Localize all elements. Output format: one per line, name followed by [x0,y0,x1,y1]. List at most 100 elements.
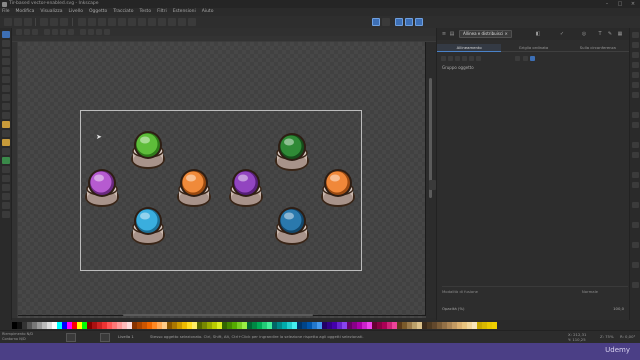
magenta-arcade-button[interactable] [85,169,119,207]
palette-swatch[interactable] [287,321,292,329]
snap-toggle-icon[interactable] [372,18,380,26]
import-icon[interactable] [50,18,58,26]
palette-swatch[interactable] [197,321,202,329]
palette-swatch[interactable] [117,321,122,329]
palette-swatch[interactable] [107,321,112,329]
minimize-icon[interactable]: – [604,1,610,7]
palette-swatch[interactable] [27,321,32,329]
palette-swatch[interactable] [477,321,482,329]
opacity-chip[interactable] [66,333,76,342]
palette-swatch[interactable] [37,321,42,329]
tweak-tool-icon[interactable] [2,49,10,56]
subtab-allineamento[interactable]: Allineamento [437,44,502,52]
rectangle-tool-icon[interactable] [2,76,10,83]
xml-editor-icon[interactable] [632,42,639,48]
palette-swatch[interactable] [292,321,297,329]
zoom-drawing-icon[interactable] [128,18,136,26]
palette-swatch[interactable] [447,321,452,329]
transform-icon[interactable] [632,92,639,98]
layer-visibility-icon[interactable] [100,333,110,342]
align-left-icon[interactable] [441,56,446,61]
palette-swatch[interactable] [47,321,52,329]
menu-estensioni[interactable]: Estensioni [173,8,196,16]
flip-vertical-icon[interactable] [68,29,74,35]
zoom-selection-icon[interactable] [118,18,126,26]
rotate-cw-icon[interactable] [52,29,58,35]
document-properties-icon[interactable] [632,152,639,158]
lower-to-bottom-icon[interactable] [104,29,110,35]
duplicate-icon[interactable] [148,18,156,26]
menu-aiuto[interactable]: Aiuto [202,8,214,16]
palette-swatch[interactable] [487,321,492,329]
palette-swatch[interactable] [102,321,107,329]
ungroup-icon[interactable] [188,18,196,26]
print-icon[interactable] [40,18,48,26]
preferences-icon[interactable] [632,32,639,38]
snap-others-icon[interactable] [415,18,423,26]
palette-swatch[interactable] [297,321,302,329]
palette-swatch[interactable] [267,321,272,329]
fill-stroke-icon[interactable] [632,72,639,78]
filters-icon[interactable] [632,202,639,208]
gradient-tool-icon[interactable] [2,184,10,191]
palette-swatch[interactable] [277,321,282,329]
palette-swatch[interactable] [322,321,327,329]
calligraphy-tool-icon[interactable] [2,139,10,146]
rotation-indicator[interactable]: R: 0,00° [620,334,635,339]
palette-swatch[interactable] [392,321,397,329]
dark-green-arcade-button[interactable] [275,133,309,171]
align-center-h-icon[interactable] [448,56,453,61]
palette-swatch[interactable] [147,321,152,329]
palette-swatch[interactable] [62,321,67,329]
menu-modifica[interactable]: Modifica [16,8,35,16]
palette-swatch[interactable] [217,321,222,329]
palette-swatch[interactable] [462,321,467,329]
snap-options-icon[interactable] [382,18,390,26]
raise-icon[interactable] [88,29,94,35]
orange-arcade-button[interactable] [177,169,211,207]
palette-swatch[interactable] [457,321,462,329]
palette-swatch[interactable] [422,321,427,329]
purple-arcade-button[interactable] [229,169,263,207]
palette-swatch[interactable] [222,321,227,329]
spellcheck-icon[interactable] [632,262,639,268]
palette-swatch[interactable] [242,321,247,329]
align-right-icon[interactable] [455,56,460,61]
menu-filtri[interactable]: Filtri [157,8,167,16]
align-top-icon[interactable] [462,56,467,61]
blend-mode-select[interactable]: Normale [582,289,598,294]
palette-swatch[interactable] [332,321,337,329]
palette-swatch[interactable] [82,321,87,329]
relative-to-icon[interactable] [515,56,520,61]
palette-swatch[interactable] [12,321,17,329]
palette-swatch[interactable] [382,321,387,329]
palette-swatch[interactable] [122,321,127,329]
palette-swatch[interactable] [177,321,182,329]
palette-swatch[interactable] [387,321,392,329]
palette-swatch[interactable] [347,321,352,329]
find-icon[interactable] [632,172,639,178]
palette-swatch[interactable] [492,321,497,329]
palette-swatch[interactable] [232,321,237,329]
palette-swatch[interactable] [397,321,402,329]
node-tool-icon[interactable] [2,40,10,47]
palette-swatch[interactable] [257,321,262,329]
palette-swatch[interactable] [192,321,197,329]
palette-swatch[interactable] [252,321,257,329]
align-panel-icon[interactable]: ▤ [449,31,455,37]
menu-visualizza[interactable]: Visualizza [40,8,62,16]
palette-swatch[interactable] [202,321,207,329]
select-all-layers-icon[interactable] [24,29,30,35]
maximize-icon[interactable]: □ [617,1,623,7]
palette-swatch[interactable] [127,321,132,329]
palette-swatch[interactable] [337,321,342,329]
palette-swatch[interactable] [367,321,372,329]
layers-icon[interactable] [632,52,639,58]
palette-swatch[interactable] [137,321,142,329]
copy-icon[interactable] [98,18,106,26]
palette-swatch[interactable] [67,321,72,329]
palette-swatch[interactable] [77,321,82,329]
text-panel-icon[interactable]: T [597,31,603,37]
flip-horizontal-icon[interactable] [60,29,66,35]
export-icon[interactable] [60,18,68,26]
